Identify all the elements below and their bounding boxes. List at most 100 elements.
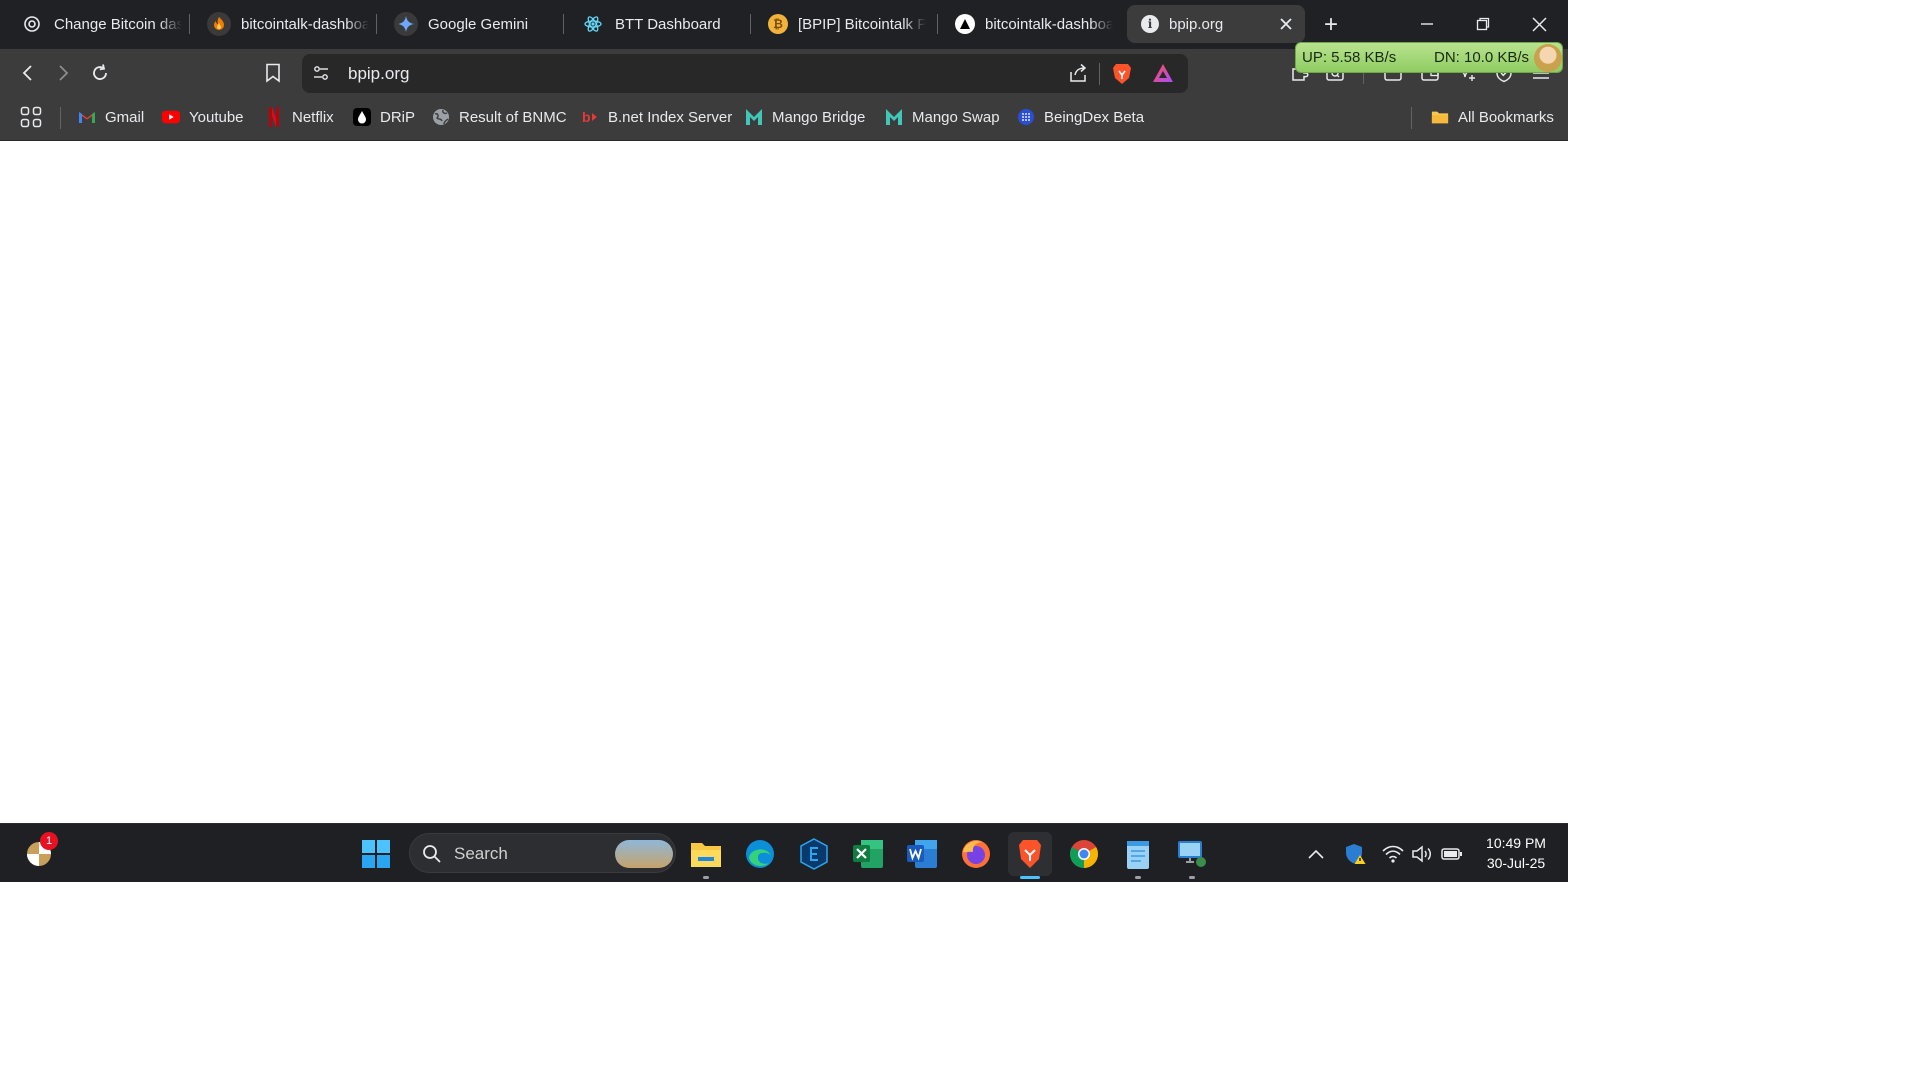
file-explorer-icon[interactable]: [688, 836, 724, 879]
bookmark-mango-swap[interactable]: Mango Swap: [885, 106, 1000, 128]
tab-title: Change Bitcoin dashboard: [54, 15, 182, 33]
close-tab-icon[interactable]: [1277, 15, 1295, 33]
url-text[interactable]: bpip.org: [348, 64, 409, 84]
minimize-button[interactable]: [1399, 4, 1455, 44]
upload-speed: UP: 5.58 KB/s: [1302, 49, 1397, 66]
search-highlight-image: [615, 840, 673, 868]
tab-separator: [189, 14, 190, 34]
forward-button[interactable]: [48, 58, 78, 88]
bookmark-label: B.net Index Server: [608, 108, 733, 126]
network-speed-meter: UP: 5.58 KB/s DN: 10.0 KB/s: [1295, 42, 1563, 73]
tab-title: [BPIP] Bitcointalk Pu: [798, 15, 926, 33]
gmail-icon: [78, 108, 96, 126]
bookmark-drip[interactable]: DRiP: [353, 106, 415, 128]
bookmark-label: Netflix: [292, 108, 334, 126]
folder-icon: [1431, 108, 1449, 126]
reload-button[interactable]: [85, 58, 115, 88]
bnet-icon: b: [581, 108, 599, 126]
cloud-app-icon[interactable]: [796, 836, 832, 872]
running-indicator: [1189, 876, 1195, 879]
tab-separator: [563, 14, 564, 34]
vercel-icon: [955, 14, 975, 34]
bookmarks-divider: [60, 107, 61, 129]
bookmark-label: Gmail: [105, 108, 145, 126]
bookmark-youtube[interactable]: Youtube: [162, 106, 244, 128]
active-app-indicator: [1020, 876, 1040, 879]
drip-icon: [353, 108, 371, 126]
clock-time: 10:49 PM: [1486, 835, 1546, 851]
gemini-icon: [394, 12, 418, 36]
site-settings-icon[interactable]: [312, 64, 330, 87]
tab-change-bitcoin-dashboard[interactable]: Change Bitcoin dashboard: [6, 5, 193, 43]
tab-bpip-org[interactable]: i bpip.org: [1127, 5, 1305, 43]
notepad-icon[interactable]: [1120, 836, 1156, 879]
avatar-icon: [1534, 44, 1562, 72]
system-clock[interactable]: 10:49 PM 30-Jul-25: [1478, 833, 1554, 873]
share-icon[interactable]: [1068, 63, 1088, 88]
tab-google-gemini[interactable]: Google Gemini: [380, 5, 567, 43]
start-button[interactable]: [358, 836, 394, 872]
notification-badge: 1: [40, 832, 58, 850]
word-icon[interactable]: [904, 836, 940, 872]
bookmark-gmail[interactable]: Gmail: [78, 106, 144, 128]
brave-shields-icon[interactable]: [1111, 62, 1133, 91]
brave-icon[interactable]: [1008, 832, 1052, 879]
running-indicator: [703, 876, 709, 879]
address-bar[interactable]: bpip.org: [302, 54, 1188, 93]
tab-title: Google Gemini: [428, 15, 529, 33]
mango-icon: [745, 108, 763, 126]
bookmark-label: DRiP: [380, 108, 416, 126]
bookmark-label: Mango Swap: [912, 108, 1000, 126]
all-bookmarks-folder[interactable]: All Bookmarks: [1431, 106, 1554, 128]
bookmark-result-of-bnmc[interactable]: Result of BNMC: [432, 106, 567, 128]
page-content: [0, 141, 1568, 823]
volume-icon[interactable]: [1410, 842, 1434, 866]
bookmarks-bar: Gmail Youtube Netflix DRiP Result of BNM…: [0, 96, 1568, 141]
back-button[interactable]: [13, 58, 43, 88]
youtube-icon: [162, 108, 180, 126]
edge-icon[interactable]: [742, 836, 778, 872]
battery-icon[interactable]: [1440, 842, 1464, 866]
tab-bitcointalk-dashboard-2[interactable]: bitcointalk-dashboa: [941, 5, 1128, 43]
netflix-icon: [265, 107, 283, 127]
bookmark-label: Mango Bridge: [772, 108, 866, 126]
bookmark-beingdex-beta[interactable]: BeingDex Beta: [1017, 106, 1144, 128]
running-indicator: [1135, 876, 1141, 879]
new-tab-button[interactable]: +: [1318, 11, 1344, 38]
tab-title: BTT Dashboard: [615, 15, 721, 33]
beingdex-icon: [1017, 108, 1035, 126]
react-icon: [581, 12, 605, 36]
bookmark-bnet-index-server[interactable]: b B.net Index Server: [581, 106, 732, 128]
tab-btt-dashboard[interactable]: BTT Dashboard: [567, 5, 754, 43]
bookmark-mango-bridge[interactable]: Mango Bridge: [745, 106, 865, 128]
bookmark-netflix[interactable]: Netflix: [265, 106, 334, 128]
bookmark-label: Result of BNMC: [459, 108, 567, 126]
bookmark-page-button[interactable]: [258, 58, 288, 88]
security-warning-icon[interactable]: [1343, 842, 1367, 866]
search-icon: [422, 844, 442, 869]
tab-bitcointalk-dashboard-1[interactable]: bitcointalk-dashboard: [193, 5, 380, 43]
windows-taskbar: 1 Search 10:49 PM 30-Jul-25: [0, 823, 1568, 882]
clock-date: 30-Jul-25: [1486, 855, 1546, 871]
excel-icon[interactable]: [850, 836, 886, 872]
chrome-icon[interactable]: [1066, 836, 1102, 872]
close-window-button[interactable]: [1511, 4, 1567, 44]
firefox-icon[interactable]: [958, 836, 994, 872]
taskbar-search[interactable]: Search: [409, 833, 676, 873]
restore-button[interactable]: [1455, 4, 1511, 44]
tab-title: bitcointalk-dashboa: [985, 15, 1113, 33]
weather-widget[interactable]: 1: [24, 832, 58, 868]
bookmark-label: BeingDex Beta: [1044, 108, 1145, 126]
tab-bpip-bitcointalk[interactable]: ₿ [BPIP] Bitcointalk Pu: [754, 5, 941, 43]
wifi-icon[interactable]: [1381, 842, 1405, 866]
show-hidden-icons-chevron-up-icon[interactable]: [1304, 842, 1328, 866]
brave-rewards-icon[interactable]: [1152, 63, 1174, 88]
remote-desktop-icon[interactable]: [1174, 836, 1210, 879]
firefox-like-icon: [207, 12, 231, 36]
tab-title: bitcointalk-dashboard: [241, 15, 369, 33]
bitcoin-icon: ₿: [768, 14, 788, 34]
tab-separator: [750, 14, 751, 34]
apps-grid-icon[interactable]: [20, 106, 42, 133]
search-placeholder: Search: [454, 844, 508, 863]
bookmarks-divider: [1411, 107, 1412, 129]
